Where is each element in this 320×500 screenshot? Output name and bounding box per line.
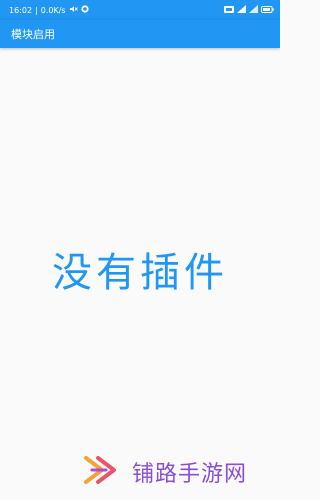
sim-signal-icon <box>224 5 234 15</box>
app-bar: 模块启用 <box>0 20 280 48</box>
page-title: 模块启用 <box>11 28 55 41</box>
status-left: 16:02 | 0.0K/s <box>9 5 89 15</box>
status-separator: | <box>35 5 38 15</box>
status-time: 16:02 <box>9 5 33 15</box>
battery-icon <box>261 5 274 15</box>
watermark-logo-icon <box>82 450 122 494</box>
notification-icon <box>81 5 89 15</box>
mute-icon <box>69 5 78 15</box>
wifi-icon <box>249 5 258 15</box>
status-right <box>224 5 274 15</box>
status-bar: 16:02 | 0.0K/s <box>0 0 280 20</box>
screen: 16:02 | 0.0K/s 模块启用 没有插件 铺路手游网 <box>0 0 280 500</box>
status-network-speed: 0.0K/s <box>40 5 66 15</box>
cellular-signal-icon <box>237 5 246 15</box>
watermark: 铺路手游网 <box>82 450 272 494</box>
empty-state-message: 没有插件 <box>52 250 228 296</box>
watermark-text: 铺路手游网 <box>132 462 248 487</box>
